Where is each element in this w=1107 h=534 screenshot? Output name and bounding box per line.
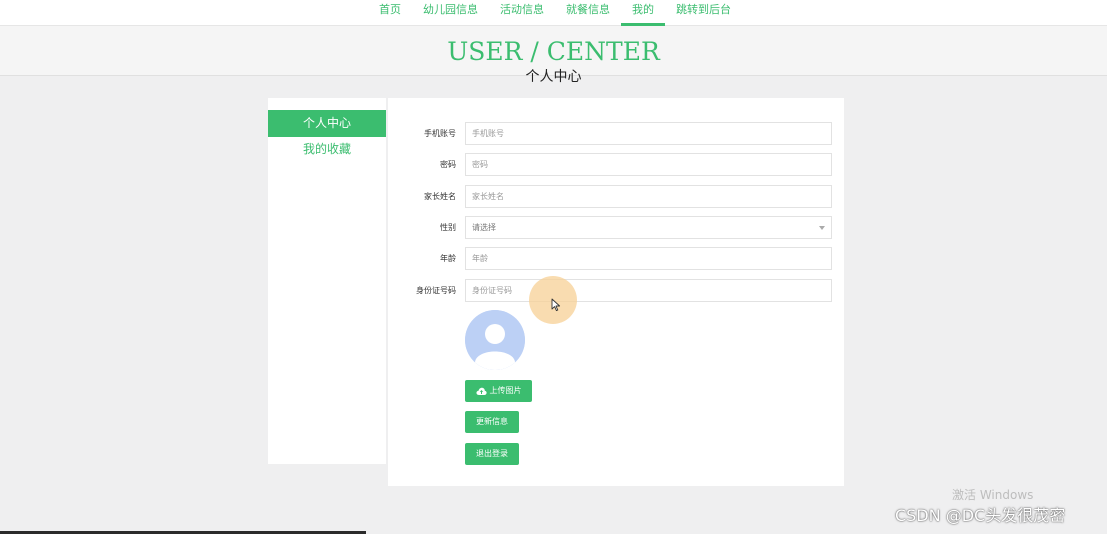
sidebar-item-user-center[interactable]: 个人中心 [268, 110, 386, 137]
profile-form-panel: 手机账号 密码 家长姓名 性别 请选择 年龄 身份证号码 上传图片 更新信息 退… [388, 98, 844, 486]
logout-button[interactable]: 退出登录 [465, 443, 519, 465]
chevron-down-icon [819, 226, 825, 230]
id-number-input[interactable] [465, 279, 832, 302]
gender-select-value: 请选择 [472, 223, 496, 232]
nav-item-meal-info[interactable]: 就餐信息 [555, 0, 621, 26]
nav-item-kindergarten-info[interactable]: 幼儿园信息 [412, 0, 489, 26]
mouse-pointer-icon [551, 298, 561, 312]
phone-label: 手机账号 [424, 129, 456, 138]
page-title-english: USER / CENTER [447, 37, 660, 66]
nav-menu: 首页 幼儿园信息 活动信息 就餐信息 我的 跳转到后台 [368, 0, 742, 26]
nav-item-home[interactable]: 首页 [368, 0, 412, 26]
upload-image-label: 上传图片 [489, 386, 522, 395]
password-label: 密码 [440, 160, 456, 169]
password-input[interactable] [465, 153, 832, 176]
parent-name-input[interactable] [465, 185, 832, 208]
age-label: 年龄 [440, 254, 456, 263]
cloud-upload-icon [475, 387, 487, 395]
top-navigation: 首页 幼儿园信息 活动信息 就餐信息 我的 跳转到后台 [0, 0, 1107, 26]
windows-activation-watermark: 激活 Windows [952, 488, 1034, 502]
logout-label: 退出登录 [476, 449, 508, 458]
phone-input[interactable] [465, 122, 832, 145]
nav-item-goto-admin[interactable]: 跳转到后台 [665, 0, 742, 26]
id-number-label: 身份证号码 [416, 286, 456, 295]
sidebar: 个人中心 我的收藏 [268, 98, 386, 464]
page-title: 个人中心 [525, 69, 582, 85]
parent-name-label: 家长姓名 [424, 192, 456, 201]
upload-image-button[interactable]: 上传图片 [465, 380, 532, 402]
gender-select[interactable]: 请选择 [465, 216, 832, 239]
gender-label: 性别 [440, 223, 456, 232]
update-info-button[interactable]: 更新信息 [465, 411, 519, 433]
nav-item-mine[interactable]: 我的 [621, 0, 665, 26]
update-info-label: 更新信息 [476, 417, 508, 426]
age-input[interactable] [465, 247, 832, 270]
csdn-watermark: CSDN @DC头发很茂密 [895, 506, 1066, 525]
user-avatar-icon [465, 310, 525, 370]
sidebar-item-my-favorites[interactable]: 我的收藏 [268, 136, 386, 163]
nav-item-activity-info[interactable]: 活动信息 [489, 0, 555, 26]
